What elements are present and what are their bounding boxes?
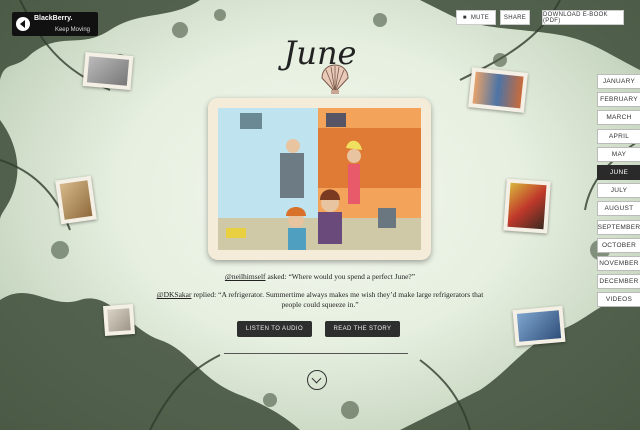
brand-tagline: Keep Moving bbox=[54, 27, 90, 33]
replier-handle-link[interactable]: @DKSakar bbox=[157, 290, 192, 299]
photo-thumbnail[interactable] bbox=[503, 178, 551, 234]
reply-line: @DKSakar replied: “A refrigerator. Summe… bbox=[150, 290, 490, 310]
asker-handle-link[interactable]: @neilhimself bbox=[225, 272, 266, 281]
story-illustration bbox=[218, 108, 421, 250]
photo-thumbnail[interactable] bbox=[102, 303, 136, 337]
month-item-july[interactable]: JULY bbox=[597, 183, 640, 199]
month-item-october[interactable]: OCTOBER bbox=[597, 237, 640, 253]
month-item-june[interactable]: JUNE bbox=[597, 164, 640, 180]
month-item-september[interactable]: SEPTEMBER bbox=[597, 219, 640, 235]
seashell-icon bbox=[321, 64, 349, 94]
share-label: SHARE bbox=[503, 14, 527, 21]
asked-text: asked: “Where would you spend a perfect … bbox=[265, 272, 416, 281]
scroll-down-chevron-icon[interactable] bbox=[307, 370, 327, 390]
listen-to-audio-button[interactable]: LISTEN TO AUDIO bbox=[237, 321, 312, 337]
brand-badge[interactable]: BlackBerry. Keep Moving bbox=[12, 12, 98, 36]
month-item-may[interactable]: MAY bbox=[597, 146, 640, 162]
replied-text: replied: “A refrigerator. Summertime alw… bbox=[191, 290, 484, 309]
month-item-august[interactable]: AUGUST bbox=[597, 201, 640, 217]
photo-thumbnail[interactable] bbox=[55, 175, 97, 225]
photo-thumbnail[interactable] bbox=[512, 305, 566, 347]
question-line: @neilhimself asked: “Where would you spe… bbox=[150, 272, 490, 282]
month-item-december[interactable]: DECEMBER bbox=[597, 274, 640, 290]
month-item-april[interactable]: APRIL bbox=[597, 128, 640, 144]
month-item-march[interactable]: MARCH bbox=[597, 110, 640, 126]
month-navigation: JANUARY FEBRUARY MARCH APRIL MAY JUNE JU… bbox=[597, 74, 640, 310]
download-label: DOWNLOAD E-BOOK (PDF) bbox=[543, 11, 608, 24]
month-item-february[interactable]: FEBRUARY bbox=[597, 92, 640, 108]
back-arrow-icon[interactable] bbox=[16, 17, 30, 31]
share-button[interactable]: SHARE bbox=[500, 10, 530, 25]
photo-thumbnail[interactable] bbox=[468, 67, 528, 113]
read-the-story-button[interactable]: READ THE STORY bbox=[325, 321, 400, 337]
mute-label: MUTE bbox=[470, 14, 490, 21]
divider bbox=[224, 353, 408, 354]
download-ebook-button[interactable]: DOWNLOAD E-BOOK (PDF) bbox=[542, 10, 624, 25]
photo-thumbnail[interactable] bbox=[82, 51, 134, 91]
month-item-january[interactable]: JANUARY bbox=[597, 74, 640, 89]
month-item-videos[interactable]: VIDEOS bbox=[597, 292, 640, 308]
read-label: READ THE STORY bbox=[333, 326, 392, 332]
mute-button[interactable]: ■ MUTE bbox=[456, 10, 496, 25]
story-illustration-frame bbox=[208, 98, 431, 260]
listen-label: LISTEN TO AUDIO bbox=[245, 326, 304, 332]
speaker-icon: ■ bbox=[462, 14, 467, 21]
brand-name: BlackBerry. bbox=[34, 15, 73, 22]
month-item-november[interactable]: NOVEMBER bbox=[597, 255, 640, 271]
